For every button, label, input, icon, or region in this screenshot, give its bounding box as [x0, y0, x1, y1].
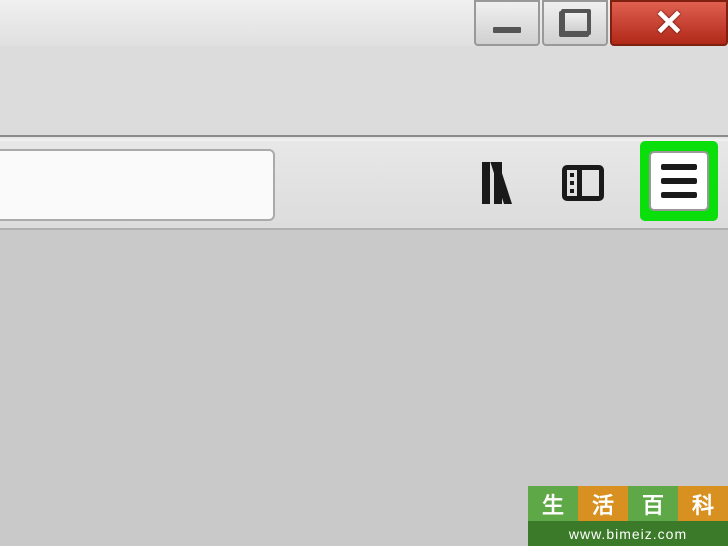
watermark-url: www.bimeiz.com: [528, 521, 728, 546]
minimize-icon: [493, 27, 521, 33]
library-icon: [480, 162, 524, 204]
watermark-char: 生: [528, 486, 578, 521]
title-bar: ✕: [0, 0, 728, 46]
watermark-char: 活: [578, 486, 628, 521]
sidebar-toggle-button[interactable]: [559, 159, 607, 207]
hamburger-menu-button[interactable]: [649, 151, 709, 211]
watermark: 生 活 百 科 www.bimeiz.com: [528, 486, 728, 546]
maximize-icon: [561, 11, 589, 35]
maximize-button[interactable]: [542, 0, 608, 46]
browser-toolbar: [0, 135, 728, 230]
window-controls: ✕: [474, 0, 728, 46]
sidebar-icon: [562, 165, 604, 201]
watermark-char: 百: [628, 486, 678, 521]
hamburger-icon: [661, 164, 697, 170]
tab-strip-area: [0, 46, 728, 135]
minimize-button[interactable]: [474, 0, 540, 46]
close-button[interactable]: ✕: [610, 0, 728, 46]
library-button[interactable]: [478, 159, 526, 207]
tutorial-highlight: [640, 141, 718, 221]
close-icon: ✕: [654, 2, 684, 44]
search-input[interactable]: [0, 149, 275, 221]
watermark-char: 科: [678, 486, 728, 521]
